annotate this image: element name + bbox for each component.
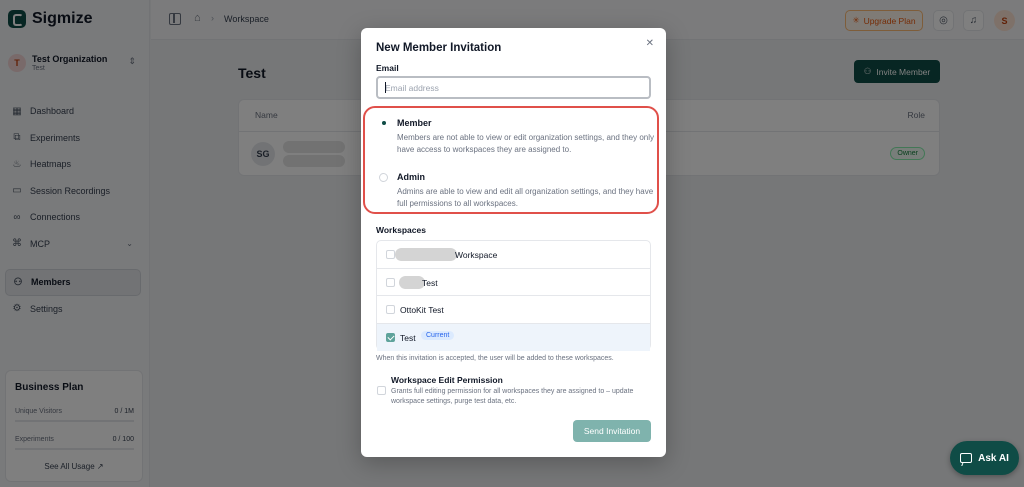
radio-member[interactable] (379, 118, 388, 127)
role-name: Admin (397, 172, 425, 182)
workspaces-label: Workspaces (376, 225, 426, 235)
list-item[interactable]: OttoKit Test (377, 296, 650, 324)
email-field[interactable] (376, 76, 651, 99)
role-description: Members are not able to view or edit org… (397, 133, 655, 154)
workspace-name: Workspace (455, 250, 498, 260)
edit-permission-checkbox[interactable] (377, 386, 386, 395)
list-item[interactable]: Test (377, 269, 650, 296)
workspace-name: Test (400, 332, 416, 343)
workspace-name: Test (422, 277, 438, 288)
button-label: Ask AI (978, 452, 1009, 464)
new-member-invitation-dialog: New Member Invitation ✕ Email Member Mem… (361, 28, 666, 457)
role-selection-highlight: Member Members are not able to view or e… (363, 106, 659, 214)
radio-admin[interactable] (379, 173, 388, 182)
workspace-checkbox[interactable] (386, 305, 395, 314)
edit-permission-description: Grants full editing permission for all w… (391, 388, 634, 405)
redacted-text (395, 248, 457, 261)
ask-ai-button[interactable]: Ask AI (950, 441, 1019, 475)
workspace-checkbox[interactable] (386, 277, 395, 287)
workspace-name: OttoKit Test (400, 305, 444, 315)
workspace-checkbox[interactable] (386, 250, 395, 259)
edit-permission-title: Workspace Edit Permission (391, 375, 503, 385)
send-invitation-button[interactable]: Send Invitation (573, 420, 651, 442)
current-badge: Current (421, 330, 455, 340)
email-label: Email (376, 63, 399, 73)
workspaces-list: Workspace Test OttoKit Test Test Current (376, 240, 651, 351)
workspaces-help-text: When this invitation is accepted, the us… (376, 355, 614, 362)
close-icon[interactable]: ✕ (646, 38, 654, 49)
list-item[interactable]: Test Current (377, 323, 650, 351)
workspace-checkbox[interactable] (386, 332, 395, 342)
chat-icon (960, 453, 973, 463)
dialog-title: New Member Invitation (376, 42, 502, 54)
role-name: Member (397, 118, 432, 128)
role-description: Admins are able to view and edit all org… (397, 187, 654, 208)
list-item[interactable]: Workspace (377, 241, 650, 269)
text-caret (385, 82, 386, 93)
